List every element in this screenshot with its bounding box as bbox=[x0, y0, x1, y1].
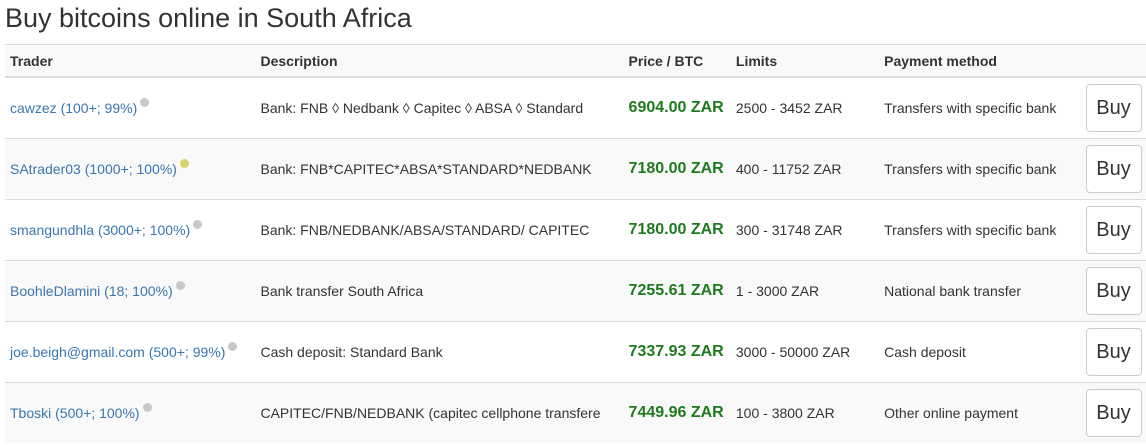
buy-button[interactable]: Buy bbox=[1085, 389, 1142, 437]
trader-cell: cawzez (100+; 99%) bbox=[5, 76, 256, 139]
trader-cell: smangundhla (3000+; 100%) bbox=[5, 199, 256, 261]
price-cell: 6904.00 ZAR bbox=[623, 76, 731, 139]
description-cell: Bank: FNB/NEDBANK/ABSA/STANDARD/ CAPITEC bbox=[255, 199, 624, 261]
payment-method-cell: Transfers with specific bank bbox=[879, 138, 1081, 200]
table-header: Trader Description Price / BTC Limits Pa… bbox=[5, 44, 1146, 78]
trader-link[interactable]: joe.beigh@gmail.com (500+; 99%) bbox=[10, 344, 225, 360]
trader-cell: BoohleDlamini (18; 100%) bbox=[5, 260, 256, 322]
description-cell: CAPITEC/FNB/NEDBANK (capitec cellphone t… bbox=[255, 382, 624, 443]
header-payment-method: Payment method bbox=[879, 44, 1081, 78]
description-cell: Bank: FNB*CAPITEC*ABSA*STANDARD*NEDBANK bbox=[255, 138, 624, 200]
table-row: Tboski (500+; 100%) CAPITEC/FNB/NEDBANK … bbox=[5, 382, 1146, 443]
action-cell: Buy bbox=[1080, 321, 1146, 383]
table-row: cawzez (100+; 99%) Bank: FNB ◊ Nedbank ◊… bbox=[5, 76, 1146, 139]
table-row: joe.beigh@gmail.com (500+; 99%) Cash dep… bbox=[5, 321, 1146, 383]
action-cell: Buy bbox=[1080, 76, 1146, 139]
limits-cell: 100 - 3800 ZAR bbox=[730, 382, 880, 443]
trader-link[interactable]: SAtrader03 (1000+; 100%) bbox=[10, 161, 177, 177]
payment-method-cell: National bank transfer bbox=[879, 260, 1081, 322]
trader-link[interactable]: cawzez (100+; 99%) bbox=[10, 100, 137, 116]
header-limits: Limits bbox=[730, 44, 880, 78]
description-cell: Bank: FNB ◊ Nedbank ◊ Capitec ◊ ABSA ◊ S… bbox=[255, 76, 624, 139]
table-body: cawzez (100+; 99%) Bank: FNB ◊ Nedbank ◊… bbox=[5, 76, 1146, 443]
limits-cell: 300 - 31748 ZAR bbox=[730, 199, 880, 261]
buy-button[interactable]: Buy bbox=[1085, 84, 1142, 132]
limits-cell: 2500 - 3452 ZAR bbox=[730, 76, 880, 139]
price-cell: 7337.93 ZAR bbox=[623, 321, 731, 383]
action-cell: Buy bbox=[1080, 199, 1146, 261]
description-cell: Bank transfer South Africa bbox=[255, 260, 624, 322]
payment-method-cell: Transfers with specific bank bbox=[879, 76, 1081, 139]
action-cell: Buy bbox=[1080, 260, 1146, 322]
online-status-dot-icon bbox=[193, 220, 203, 229]
online-status-dot-icon bbox=[228, 342, 238, 351]
buy-button[interactable]: Buy bbox=[1085, 267, 1142, 315]
trader-link[interactable]: Tboski (500+; 100%) bbox=[10, 405, 140, 421]
table-row: smangundhla (3000+; 100%) Bank: FNB/NEDB… bbox=[5, 199, 1146, 261]
payment-method-cell: Cash deposit bbox=[879, 321, 1081, 383]
payment-method-cell: Transfers with specific bank bbox=[879, 199, 1081, 261]
price-cell: 7255.61 ZAR bbox=[623, 260, 731, 322]
online-status-dot-icon bbox=[142, 403, 152, 412]
online-status-dot-icon bbox=[179, 159, 189, 168]
header-action bbox=[1080, 44, 1146, 78]
buy-button[interactable]: Buy bbox=[1085, 206, 1142, 254]
header-price: Price / BTC bbox=[623, 44, 731, 78]
limits-cell: 1 - 3000 ZAR bbox=[730, 260, 880, 322]
price-cell: 7180.00 ZAR bbox=[623, 199, 731, 261]
trader-cell: Tboski (500+; 100%) bbox=[5, 382, 256, 443]
trader-link[interactable]: BoohleDlamini (18; 100%) bbox=[10, 283, 173, 299]
online-status-dot-icon bbox=[175, 281, 185, 290]
price-cell: 7180.00 ZAR bbox=[623, 138, 731, 200]
trader-cell: SAtrader03 (1000+; 100%) bbox=[5, 138, 256, 200]
header-trader: Trader bbox=[5, 44, 256, 78]
description-cell: Cash deposit: Standard Bank bbox=[255, 321, 624, 383]
payment-method-cell: Other online payment bbox=[879, 382, 1081, 443]
header-row: Trader Description Price / BTC Limits Pa… bbox=[5, 44, 1146, 78]
trader-link[interactable]: smangundhla (3000+; 100%) bbox=[10, 222, 190, 238]
offers-table: Trader Description Price / BTC Limits Pa… bbox=[5, 44, 1146, 443]
price-cell: 7449.96 ZAR bbox=[623, 382, 731, 443]
limits-cell: 3000 - 50000 ZAR bbox=[730, 321, 880, 383]
limits-cell: 400 - 11752 ZAR bbox=[730, 138, 880, 200]
action-cell: Buy bbox=[1080, 382, 1146, 443]
action-cell: Buy bbox=[1080, 138, 1146, 200]
buy-button[interactable]: Buy bbox=[1085, 328, 1142, 376]
trader-cell: joe.beigh@gmail.com (500+; 99%) bbox=[5, 321, 256, 383]
table-row: SAtrader03 (1000+; 100%) Bank: FNB*CAPIT… bbox=[5, 138, 1146, 200]
page-title: Buy bitcoins online in South Africa bbox=[5, 3, 412, 33]
online-status-dot-icon bbox=[140, 98, 150, 107]
header-description: Description bbox=[255, 44, 624, 78]
table-row: BoohleDlamini (18; 100%) Bank transfer S… bbox=[5, 260, 1146, 322]
buy-button[interactable]: Buy bbox=[1085, 145, 1142, 193]
